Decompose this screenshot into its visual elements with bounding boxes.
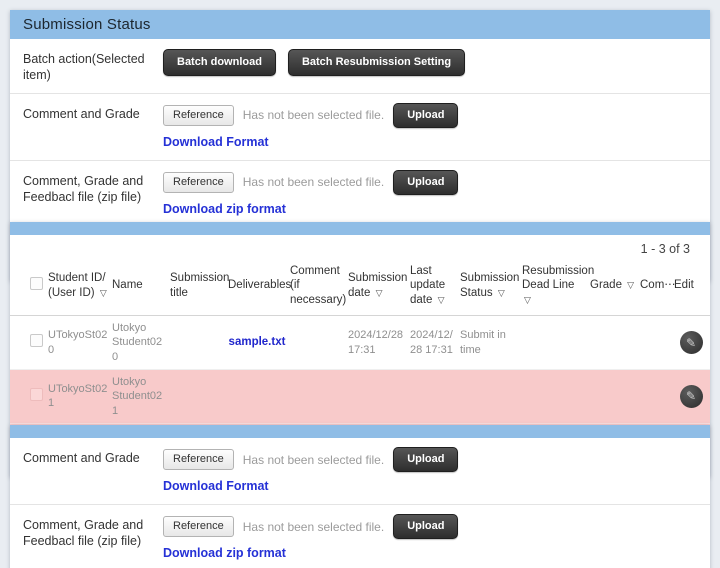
panel-title: Submission Status: [10, 10, 710, 39]
column-header-student-id[interactable]: Student ID/(User ID) ▽: [46, 258, 110, 316]
comment-grade-feedback-row: Comment, Grade and Feedbacl file (zip fi…: [10, 504, 710, 568]
panel-accent-bar: [10, 222, 710, 235]
cell-submission-title: [168, 316, 226, 370]
cell-deliverables: [226, 370, 288, 424]
table-row: UTokyoSt021 Utokyo Student021 ✎: [10, 370, 710, 424]
cell-name: Utokyo Student020: [110, 316, 168, 370]
comment-grade-row: Comment and Grade Reference Has not been…: [10, 93, 710, 160]
comment-grade-row: Comment and Grade Reference Has not been…: [10, 438, 710, 504]
column-header-com: Com⋯: [638, 258, 672, 316]
cell-grade: [588, 316, 638, 370]
sort-icon[interactable]: ▽: [376, 288, 383, 298]
batch-action-row: Batch action(Selected item) Batch downlo…: [10, 39, 710, 93]
cell-student-id: UTokyoSt020: [46, 316, 110, 370]
cell-comment: [288, 370, 346, 424]
upload-button[interactable]: Upload: [393, 514, 458, 539]
column-header-edit: Edit: [672, 258, 710, 316]
bottom-upload-panel: Comment and Grade Reference Has not been…: [10, 425, 710, 568]
edit-button[interactable]: ✎: [680, 385, 703, 408]
no-file-message: Has not been selected file.: [243, 108, 384, 122]
cell-last-update-date: 2024/12/28 17:31: [408, 316, 458, 370]
comment-grade-label: Comment and Grade: [10, 446, 163, 466]
no-file-message: Has not been selected file.: [243, 520, 384, 534]
column-header-submission-date[interactable]: Submission date ▽: [346, 258, 408, 316]
cell-submission-date: [346, 370, 408, 424]
sort-icon[interactable]: ▽: [100, 288, 107, 298]
pencil-icon: ✎: [686, 390, 696, 402]
comment-grade-feedback-label: Comment, Grade and Feedbacl file (zip fi…: [10, 169, 163, 206]
download-zip-format-link[interactable]: Download zip format: [163, 202, 286, 216]
cell-com: [638, 316, 672, 370]
cell-comment: [288, 316, 346, 370]
select-all-checkbox[interactable]: [30, 277, 43, 290]
download-format-link[interactable]: Download Format: [163, 479, 269, 493]
pencil-icon: ✎: [686, 337, 696, 349]
comment-grade-feedback-label: Comment, Grade and Feedbacl file (zip fi…: [10, 513, 163, 550]
column-header-submission-status[interactable]: Submission Status ▽: [458, 258, 520, 316]
column-header-grade[interactable]: Grade ▽: [588, 258, 638, 316]
deliverable-file-link[interactable]: sample.txt: [229, 336, 286, 348]
cell-submission-title: [168, 370, 226, 424]
cell-com: [638, 370, 672, 424]
cell-submission-date: 2024/12/28 17:31: [346, 316, 408, 370]
cell-student-id: UTokyoSt021: [46, 370, 110, 424]
row-checkbox[interactable]: [30, 334, 43, 347]
column-header-last-update-date[interactable]: Last update date ▽: [408, 258, 458, 316]
upload-button[interactable]: Upload: [393, 447, 458, 472]
column-header-name: Name: [110, 258, 168, 316]
comment-grade-label: Comment and Grade: [10, 102, 163, 122]
pagination-status: 1 - 3 of 3: [10, 235, 710, 258]
reference-button[interactable]: Reference: [163, 172, 234, 193]
table-row: UTokyoSt020 Utokyo Student020 sample.txt…: [10, 316, 710, 370]
column-header-resubmission-deadline[interactable]: Resubmission Dead Line ▽: [520, 258, 588, 316]
column-header-submission-title: Submission title: [168, 258, 226, 316]
row-checkbox[interactable]: [30, 388, 43, 401]
cell-submission-status: Submit in time: [458, 316, 520, 370]
upload-button[interactable]: Upload: [393, 170, 458, 195]
column-header-deliverables: Deliverables: [226, 258, 288, 316]
reference-button[interactable]: Reference: [163, 105, 234, 126]
cell-name: Utokyo Student021: [110, 370, 168, 424]
sort-icon[interactable]: ▽: [524, 295, 531, 305]
sort-icon[interactable]: ▽: [627, 280, 634, 290]
cell-submission-status: [458, 370, 520, 424]
cell-last-update-date: [408, 370, 458, 424]
sort-icon[interactable]: ▽: [438, 295, 445, 305]
batch-action-label: Batch action(Selected item): [10, 47, 163, 84]
comment-grade-feedback-row: Comment, Grade and Feedbacl file (zip fi…: [10, 160, 710, 227]
sort-icon[interactable]: ▽: [498, 288, 505, 298]
no-file-message: Has not been selected file.: [243, 175, 384, 189]
cell-resubmission-deadline: [520, 316, 588, 370]
column-header-comment: Comment (if necessary): [288, 258, 346, 316]
reference-button[interactable]: Reference: [163, 516, 234, 537]
batch-resubmission-setting-button[interactable]: Batch Resubmission Setting: [288, 49, 465, 76]
reference-button[interactable]: Reference: [163, 449, 234, 470]
batch-download-button[interactable]: Batch download: [163, 49, 276, 76]
edit-button[interactable]: ✎: [680, 331, 703, 354]
table-header-row: Student ID/(User ID) ▽ Name Submission t…: [10, 258, 710, 316]
download-format-link[interactable]: Download Format: [163, 135, 269, 149]
cell-resubmission-deadline: [520, 370, 588, 424]
download-zip-format-link[interactable]: Download zip format: [163, 546, 286, 560]
panel-accent-bar: [10, 425, 710, 438]
no-file-message: Has not been selected file.: [243, 453, 384, 467]
upload-button[interactable]: Upload: [393, 103, 458, 128]
cell-grade: [588, 370, 638, 424]
